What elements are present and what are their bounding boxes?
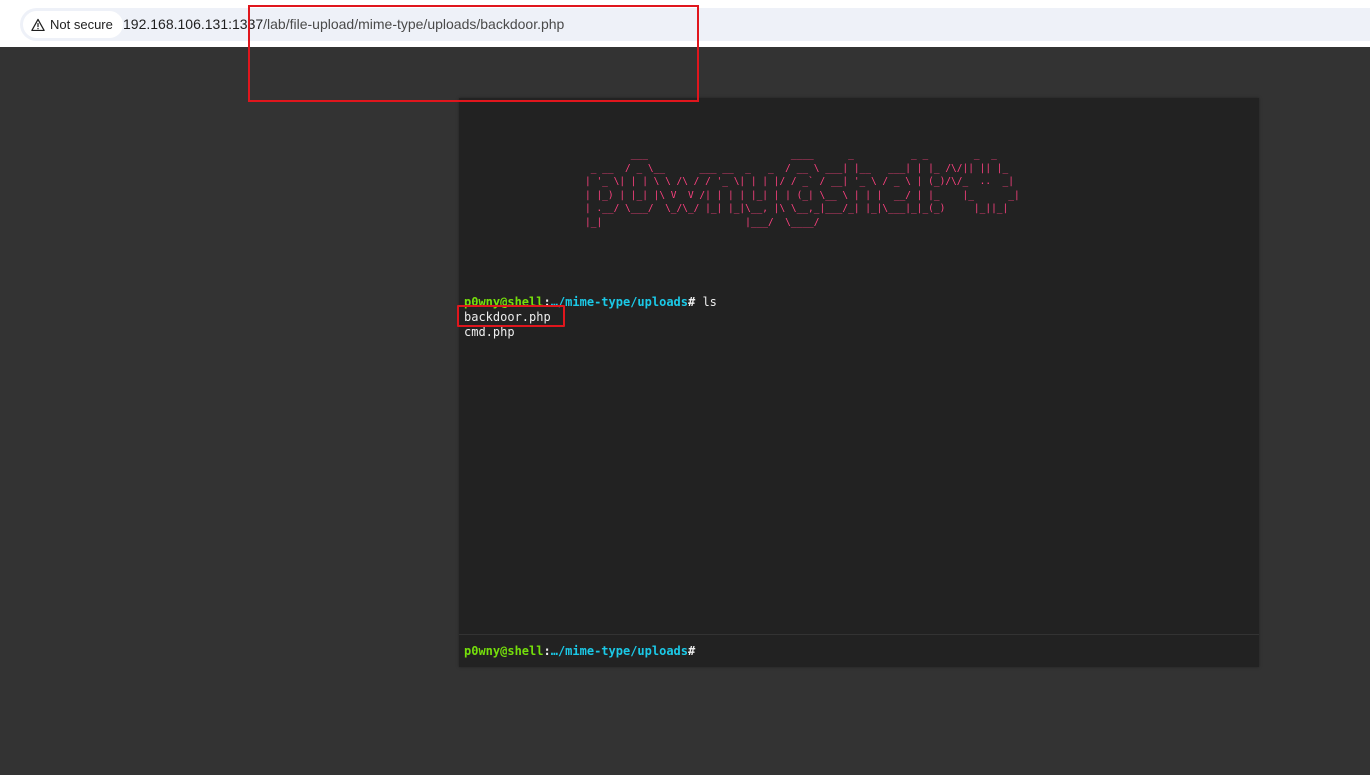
- address-bar[interactable]: Not secure 192.168.106.131:1337/lab/file…: [20, 8, 1370, 41]
- shell-window: ___ ____ _ _ _ _ _ _ __ / _ \__ ___ __ _…: [459, 98, 1259, 667]
- security-label: Not secure: [50, 17, 113, 32]
- command-input-bar: p0wny@shell:…/mime-type/uploads#: [459, 634, 1259, 667]
- warning-triangle-icon: [31, 18, 45, 31]
- browser-toolbar: Not secure 192.168.106.131:1337/lab/file…: [0, 0, 1370, 47]
- command-text: ls: [702, 295, 717, 309]
- prompt-path: …/mime-type/uploads: [550, 295, 688, 309]
- input-prompt-separator: :: [543, 644, 551, 658]
- output-line-backdoor: backdoor.php: [464, 310, 551, 324]
- shell-output: p0wny@shell:…/mime-type/uploads# ls back…: [464, 295, 1254, 340]
- prompt-separator: :: [543, 295, 551, 309]
- url-host: 192.168.106.131:1337: [123, 16, 264, 32]
- command-line: p0wny@shell:…/mime-type/uploads# ls: [464, 295, 1254, 310]
- prompt-hash: #: [688, 295, 703, 309]
- url-text[interactable]: 192.168.106.131:1337/lab/file-upload/mim…: [123, 8, 564, 41]
- input-prompt-user: p0wny@shell: [464, 644, 544, 658]
- command-input[interactable]: [699, 641, 1243, 663]
- prompt-user: p0wny@shell: [464, 295, 544, 309]
- input-prompt-path: …/mime-type/uploads: [550, 644, 688, 658]
- ascii-banner: ___ ____ _ _ _ _ _ _ __ / _ \__ ___ __ _…: [585, 149, 1020, 228]
- input-prompt-hash: #: [688, 644, 696, 658]
- output-line-cmd: cmd.php: [464, 325, 515, 339]
- url-path: /lab/file-upload/mime-type/uploads/backd…: [263, 16, 565, 32]
- site-security-chip[interactable]: Not secure: [23, 11, 123, 38]
- input-prompt: p0wny@shell:…/mime-type/uploads#: [464, 644, 695, 659]
